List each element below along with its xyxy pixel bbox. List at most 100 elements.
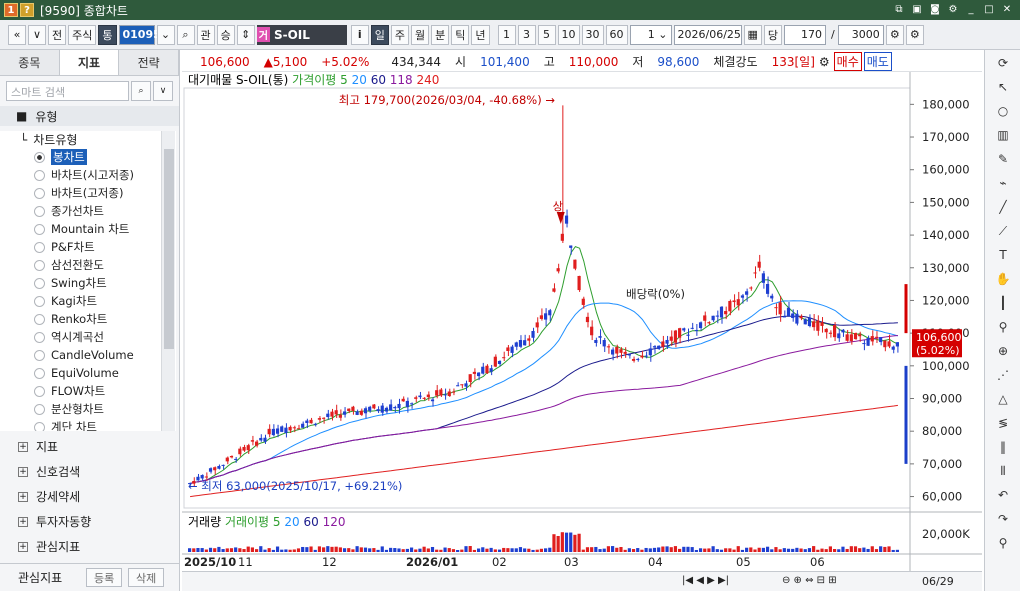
register-button[interactable]: 등록	[86, 568, 123, 587]
search-button[interactable]: ⌕	[176, 24, 195, 45]
stock-code-input[interactable]: 010950	[118, 24, 168, 45]
bar-chart-icon[interactable]: ▥	[990, 124, 1016, 146]
hand-icon[interactable]: ✋	[990, 268, 1016, 290]
chart-type-item[interactable]: Mountain 차트	[0, 220, 176, 238]
chart-type-item[interactable]: FLOW차트	[0, 382, 176, 400]
interval-button-1[interactable]: 1	[497, 24, 516, 45]
interval-button-5[interactable]: 5	[537, 24, 556, 45]
help-icon[interactable]: ?	[20, 3, 34, 17]
rank-button[interactable]: 승	[216, 24, 235, 45]
dropdown-button[interactable]: ∨	[28, 24, 46, 45]
spin-icon[interactable]: ⇕	[236, 24, 255, 45]
candle-icon[interactable]: ┃	[990, 292, 1016, 314]
redo-icon[interactable]: ↷	[990, 508, 1016, 530]
group-item[interactable]: + 지표	[0, 434, 178, 459]
screenshot-icon[interactable]: ◙	[928, 2, 942, 16]
layout-icon[interactable]: ▣	[910, 2, 924, 16]
triangle-icon[interactable]: △	[990, 388, 1016, 410]
group-item[interactable]: + 강세약세	[0, 484, 178, 509]
circle-icon[interactable]: ○	[990, 100, 1016, 122]
watchlist-button[interactable]: 관	[196, 24, 215, 45]
tree-root[interactable]: ■ 유형	[0, 106, 179, 126]
zoom-settings-icon[interactable]: ⚙	[885, 24, 904, 45]
price-chart-svg[interactable]: 4.63% (2,882,209)7.05% (12,429,905)8.86%…	[182, 72, 982, 572]
refresh-icon[interactable]: ⟳	[990, 52, 1016, 74]
maximize-icon[interactable]: □	[982, 2, 996, 16]
pen-icon[interactable]: ✎	[990, 148, 1016, 170]
tab-1[interactable]: 지표	[59, 50, 120, 75]
chart-type-item[interactable]: 종가선차트	[0, 202, 176, 220]
settings-icon[interactable]: ⚙	[819, 55, 830, 69]
close-icon[interactable]: ✕	[1000, 2, 1014, 16]
pin-icon[interactable]: ⌁	[990, 172, 1016, 194]
find-icon[interactable]: ⚲	[990, 532, 1016, 554]
smart-search-input[interactable]: 스마트 검색	[6, 81, 129, 101]
chart-type-item[interactable]: 삼선전환도	[0, 256, 176, 274]
interval-button-10[interactable]: 10	[557, 24, 580, 45]
count-select[interactable]: 1 ⌄	[629, 24, 672, 45]
chart-type-item[interactable]: 봉차트	[0, 148, 176, 166]
period-button-0[interactable]: 일	[370, 24, 389, 45]
chart-type-item[interactable]: 분산형차트	[0, 400, 176, 418]
asset-type-button[interactable]: 주식	[68, 24, 97, 45]
columns-icon[interactable]: ⦀	[990, 460, 1016, 482]
tab-0[interactable]: 종목	[0, 50, 60, 75]
info-button[interactable]: i	[350, 24, 369, 45]
minimize-icon[interactable]: _	[964, 2, 978, 16]
sell-button[interactable]: 매도	[863, 52, 892, 71]
period-button-4[interactable]: 틱	[451, 24, 470, 45]
chart-type-item[interactable]: Kagi차트	[0, 292, 176, 310]
integrated-button[interactable]: 통	[98, 24, 117, 45]
settings-icon[interactable]: ⚙	[946, 2, 960, 16]
period-button-3[interactable]: 분	[431, 24, 450, 45]
playback-controls[interactable]: |◀ ◀ ▶ ▶|	[682, 575, 729, 586]
link-icon[interactable]: ⧉	[892, 2, 906, 16]
group-item[interactable]: + 투자자동향	[0, 509, 178, 534]
cursor-icon[interactable]: ↖	[990, 76, 1016, 98]
chart-type-item[interactable]: Swing차트	[0, 274, 176, 292]
chart-type-item[interactable]: 바차트(시고저종)	[0, 166, 176, 184]
chart-type-item[interactable]: 바차트(고저종)	[0, 184, 176, 202]
prev-button[interactable]: «	[8, 24, 26, 45]
calendar-icon[interactable]: ▦	[743, 24, 762, 45]
chart-settings-icon[interactable]: ⚙	[905, 24, 924, 45]
group-item[interactable]: + 관심지표	[0, 534, 178, 559]
all-button[interactable]: 전	[48, 24, 67, 45]
app-menu-icon[interactable]: 1	[4, 3, 18, 17]
line-icon[interactable]: ╱	[990, 196, 1016, 218]
current-button[interactable]: 당	[763, 24, 783, 45]
zoom-controls[interactable]: ⊖ ⊕ ⇔ ⊟ ⊞	[782, 575, 837, 586]
buy-button[interactable]: 매수	[833, 52, 862, 71]
chart-type-item[interactable]: EquiVolume	[0, 364, 176, 382]
period-button-5[interactable]: 년	[471, 24, 490, 45]
auto-line-icon[interactable]: ⟋	[990, 220, 1016, 242]
interval-button-60[interactable]: 60	[605, 24, 628, 45]
chart-type-item[interactable]: 역시계곡선	[0, 328, 176, 346]
magnifier-icon[interactable]: ⚲	[990, 316, 1016, 338]
zoom-icon[interactable]: ⊕	[990, 340, 1016, 362]
list-scrollbar[interactable]	[161, 131, 175, 431]
period-button-1[interactable]: 주	[390, 24, 409, 45]
tab-2[interactable]: 전략	[119, 50, 180, 75]
bars-icon[interactable]: ‖	[990, 436, 1016, 458]
expand-icon[interactable]: ∨	[153, 81, 173, 101]
period-button-2[interactable]: 월	[411, 24, 430, 45]
search-icon[interactable]: ⌕	[131, 81, 151, 101]
date-input[interactable]: 2026/06/25	[673, 24, 742, 45]
code-dropdown-icon[interactable]: ⌄	[156, 24, 175, 45]
view-count-input[interactable]: 170	[784, 24, 827, 45]
delete-button[interactable]: 삭제	[128, 568, 165, 587]
total-count-input[interactable]: 3000	[837, 24, 884, 45]
interval-button-30[interactable]: 30	[581, 24, 604, 45]
chart-type-item[interactable]: CandleVolume	[0, 346, 176, 364]
pattern-icon[interactable]: ⋰	[990, 364, 1016, 386]
text-icon[interactable]: T	[990, 244, 1016, 266]
zigzag-icon[interactable]: ≶	[990, 412, 1016, 434]
chart-type-item[interactable]: P&F차트	[0, 238, 176, 256]
undo-icon[interactable]: ↶	[990, 484, 1016, 506]
chart-type-item[interactable]: Renko차트	[0, 310, 176, 328]
interval-button-3[interactable]: 3	[517, 24, 536, 45]
group-item[interactable]: + 신호검색	[0, 459, 178, 484]
chart-type-item[interactable]: 계단 차트	[0, 418, 176, 431]
chart-area[interactable]: 4.63% (2,882,209)7.05% (12,429,905)8.86%…	[182, 72, 982, 572]
